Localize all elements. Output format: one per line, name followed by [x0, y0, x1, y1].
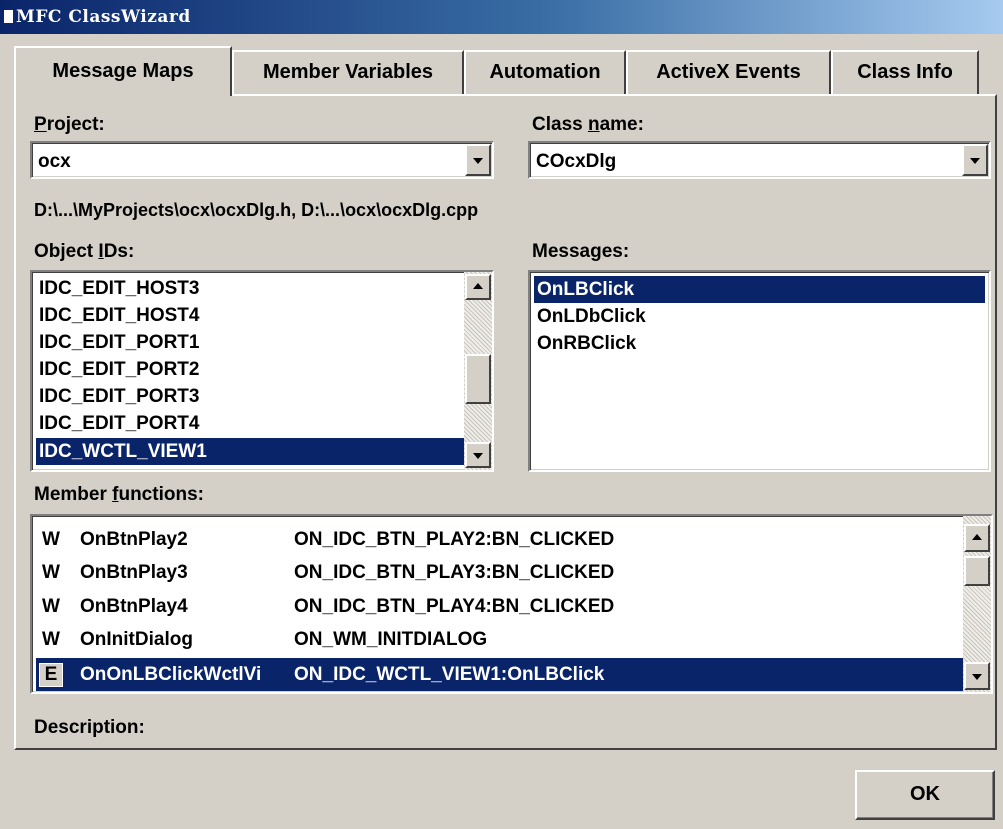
class-name-combobox[interactable]: COcxDlg [528, 141, 991, 179]
member-function-badge: E [39, 663, 63, 687]
project-dropdown-button[interactable] [465, 144, 491, 176]
file-path: D:\...\MyProjects\ocx\ocxDlg.h, D:\...\o… [34, 200, 479, 220]
object-ids-scroll-up[interactable] [465, 274, 491, 300]
message-item[interactable]: OnRBClick [534, 330, 985, 357]
member-function-name: OnBtnPlay3 [80, 562, 188, 583]
tab-class-info[interactable]: Class Info [831, 50, 979, 94]
chevron-down-icon [970, 158, 980, 164]
object-ids-label: Object IDs: [34, 241, 135, 262]
arrow-down-icon [972, 674, 982, 680]
class-name-label: Class name: [532, 114, 644, 135]
member-function-name: OnBtnPlay4 [80, 596, 188, 617]
member-function-handler: ON_IDC_WCTL_VIEW1:OnLBClick [294, 664, 605, 685]
member-function-badge: W [42, 562, 60, 583]
object-id-item-selected[interactable]: IDC_WCTL_VIEW1 [36, 438, 464, 465]
member-functions-listbox[interactable]: W OnBtnPlay2 ON_IDC_BTN_PLAY2:BN_CLICKED… [30, 514, 993, 694]
object-id-item[interactable]: IDC_EDIT_HOST3 [36, 275, 464, 302]
classwizard-window: MFC ClassWizard Message Maps Member Vari… [0, 0, 1003, 829]
member-function-name: OnInitDialog [80, 629, 193, 650]
project-value: ocx [38, 151, 71, 172]
member-function-name: OnOnLBClickWctlVi [80, 664, 262, 685]
object-id-item[interactable]: IDC_EDIT_PORT2 [36, 356, 464, 383]
member-function-badge: W [42, 529, 60, 550]
member-function-handler: ON_WM_INITDIALOG [294, 629, 488, 650]
member-functions-scroll-down[interactable] [964, 662, 990, 690]
member-function-handler: ON_IDC_BTN_PLAY4:BN_CLICKED [294, 596, 615, 617]
member-function-row[interactable]: W OnBtnPlay4 ON_IDC_BTN_PLAY4:BN_CLICKED [36, 590, 970, 623]
object-id-item[interactable]: IDC_EDIT_PORT1 [36, 329, 464, 356]
arrow-up-icon [473, 283, 483, 289]
tab-message-maps[interactable]: Message Maps [14, 46, 232, 96]
messages-listbox[interactable]: OnLBClick OnLDbClick OnRBClick [528, 270, 991, 472]
object-id-item[interactable]: IDC_EDIT_PORT4 [36, 410, 464, 437]
object-id-item[interactable]: IDC_EDIT_PORT3 [36, 383, 464, 410]
arrow-up-icon [972, 534, 982, 540]
messages-label: Messages: [532, 241, 630, 262]
member-function-row[interactable]: W OnInitDialog ON_WM_INITDIALOG [36, 623, 970, 656]
member-function-row[interactable]: W OnBtnPlay3 ON_IDC_BTN_PLAY3:BN_CLICKED [36, 556, 970, 589]
ok-button[interactable]: OK [855, 770, 995, 820]
message-item[interactable]: OnLDbClick [534, 303, 985, 330]
window-title: MFC ClassWizard [16, 7, 191, 27]
tab-activex-events[interactable]: ActiveX Events [626, 50, 831, 94]
member-function-handler: ON_IDC_BTN_PLAY2:BN_CLICKED [294, 529, 615, 550]
member-function-handler: ON_IDC_BTN_PLAY3:BN_CLICKED [294, 562, 615, 583]
object-id-item[interactable]: IDC_EDIT_HOST4 [36, 302, 464, 329]
project-label: Project: [34, 114, 105, 135]
project-combobox[interactable]: ocx [30, 141, 494, 179]
member-function-badge: W [42, 596, 60, 617]
object-ids-listbox[interactable]: IDC_EDIT_HOST3 IDC_EDIT_HOST4 IDC_EDIT_P… [30, 270, 494, 472]
chevron-down-icon [473, 158, 483, 164]
member-function-row[interactable]: W OnBtnPlay2 ON_IDC_BTN_PLAY2:BN_CLICKED [36, 523, 970, 556]
object-ids-scroll-down[interactable] [465, 442, 491, 468]
message-item-selected[interactable]: OnLBClick [534, 276, 985, 303]
description-label: Description: [34, 717, 145, 738]
class-name-value: COcxDlg [536, 151, 617, 172]
member-function-badge: W [42, 629, 60, 650]
app-icon [4, 10, 13, 23]
member-functions-scroll-thumb[interactable] [964, 556, 990, 586]
arrow-down-icon [473, 453, 483, 459]
member-function-row-selected[interactable]: E OnOnLBClickWctlVi ON_IDC_WCTL_VIEW1:On… [36, 658, 970, 691]
member-function-name: OnBtnPlay2 [80, 529, 188, 550]
class-name-dropdown-button[interactable] [962, 144, 988, 176]
member-functions-label: Member functions: [34, 484, 204, 505]
member-functions-scroll-up[interactable] [964, 524, 990, 552]
title-bar[interactable]: MFC ClassWizard [0, 0, 1003, 34]
tab-automation[interactable]: Automation [464, 50, 626, 94]
object-ids-scroll-thumb[interactable] [465, 354, 491, 404]
tab-member-variables[interactable]: Member Variables [232, 50, 464, 94]
